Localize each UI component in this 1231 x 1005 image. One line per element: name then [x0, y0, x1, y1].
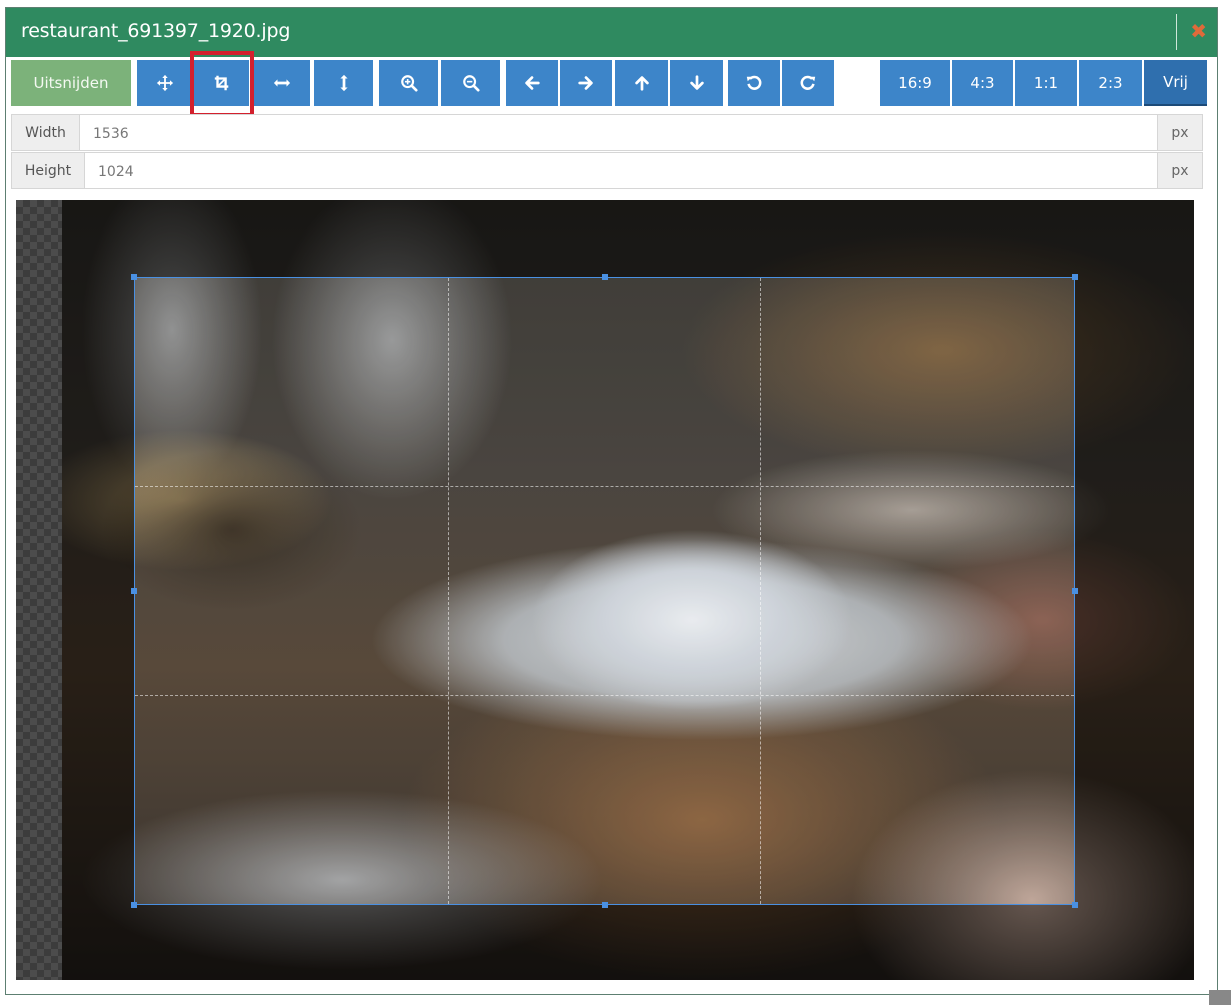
close-icon[interactable]: ✖	[1190, 19, 1207, 43]
zoom-in-icon	[400, 75, 418, 92]
scrollbar-corner	[1209, 990, 1231, 1005]
crop-guide-horizontal	[135, 486, 1074, 488]
crop-guide-vertical	[760, 278, 762, 904]
move-button[interactable]	[137, 60, 192, 106]
rotate-left-button[interactable]	[728, 60, 780, 106]
ratio-free-button[interactable]: Vrij	[1144, 60, 1207, 106]
crop-handle-s[interactable]	[601, 902, 608, 908]
crop-mask-bottom	[16, 905, 1194, 980]
crop-mask-left	[16, 277, 134, 905]
arrow-left-icon	[525, 76, 540, 90]
ratio-4-3-button[interactable]: 4:3	[952, 60, 1013, 106]
move-left-button[interactable]	[506, 60, 558, 106]
width-label: Width	[12, 115, 80, 150]
arrow-down-icon	[689, 75, 704, 90]
dialog-title: restaurant_691397_1920.jpg	[21, 20, 291, 42]
height-input[interactable]	[96, 153, 1100, 190]
ratio-2-3-button[interactable]: 2:3	[1079, 60, 1142, 106]
zoom-out-icon	[462, 75, 480, 92]
move-right-button[interactable]	[560, 60, 612, 106]
crop-guide-vertical	[447, 278, 449, 904]
height-unit: px	[1157, 153, 1202, 188]
ratio-16-9-button[interactable]: 16:9	[880, 60, 950, 106]
move-up-button[interactable]	[615, 60, 668, 106]
zoom-out-button[interactable]	[441, 60, 500, 106]
rotate-right-button[interactable]	[782, 60, 834, 106]
arrow-right-icon	[578, 76, 593, 90]
rotate-right-icon	[800, 75, 816, 90]
arrows-horizontal-icon	[273, 79, 290, 87]
crop-handle-se[interactable]	[1072, 902, 1078, 908]
crop-toolbar: Uitsnijden 16:9 4:3 1:1 2:3 Vrij	[11, 60, 1207, 106]
crop-handle-w[interactable]	[131, 588, 137, 594]
move-down-button[interactable]	[670, 60, 723, 106]
arrow-up-icon	[634, 76, 649, 91]
arrows-move-icon	[156, 74, 173, 92]
crop-mask-top	[16, 200, 1194, 277]
crop-canvas[interactable]	[16, 200, 1194, 980]
rotate-left-icon	[746, 75, 762, 90]
crop-handle-sw[interactable]	[131, 902, 137, 908]
crop-mask-right	[1075, 277, 1194, 905]
crop-selection[interactable]	[131, 274, 1078, 908]
ratio-1-1-button[interactable]: 1:1	[1015, 60, 1077, 106]
height-label: Height	[12, 153, 85, 188]
arrows-vertical-icon	[339, 74, 348, 92]
dialog-header: restaurant_691397_1920.jpg ✖	[6, 8, 1217, 57]
crop-icon	[214, 75, 228, 91]
flip-vertical-button[interactable]	[314, 60, 373, 106]
crop-guide-horizontal	[135, 694, 1074, 696]
width-input[interactable]	[91, 115, 1095, 152]
width-field-group: Width px	[11, 114, 1203, 152]
height-field-group: Height px	[11, 152, 1203, 190]
crop-handle-n[interactable]	[601, 274, 608, 280]
zoom-in-button[interactable]	[379, 60, 438, 106]
crop-apply-button[interactable]: Uitsnijden	[11, 60, 131, 106]
flip-horizontal-button[interactable]	[253, 60, 310, 106]
crop-handle-nw[interactable]	[131, 274, 137, 280]
header-divider	[1176, 14, 1177, 50]
crop-handle-ne[interactable]	[1072, 274, 1078, 280]
crop-handle-e[interactable]	[1072, 588, 1078, 594]
width-unit: px	[1157, 115, 1202, 150]
crop-button[interactable]	[194, 60, 249, 106]
